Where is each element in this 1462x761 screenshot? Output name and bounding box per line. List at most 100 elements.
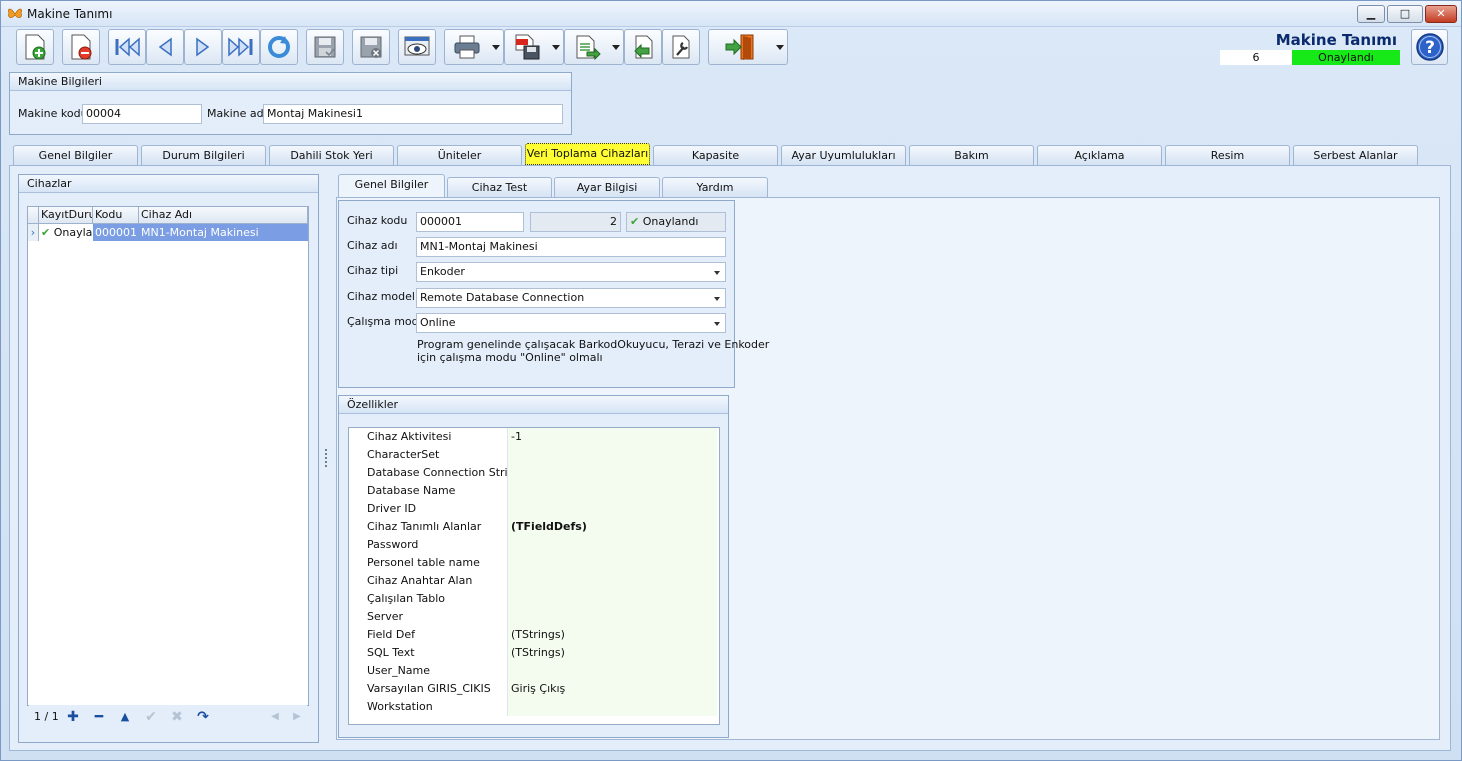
first-record-button[interactable] [108,29,146,65]
tab-genel-bilgiler[interactable]: Genel Bilgiler [13,145,138,165]
property-row[interactable]: SQL Text (TStrings) [349,644,717,662]
chevron-down-icon[interactable] [714,322,720,326]
tab-veri-toplama-cihazlari[interactable]: Veri Toplama Cihazları [525,143,650,165]
subtab-cihaz-test[interactable]: Cihaz Test [447,177,552,198]
property-row[interactable]: CharacterSet [349,446,717,464]
property-name: Cihaz Anahtar Alan [349,572,507,590]
delete-record-button[interactable] [62,29,100,65]
cancel-save-button[interactable] [352,29,390,65]
property-value[interactable] [507,662,717,680]
save-button[interactable] [306,29,344,65]
tab-bakim[interactable]: Bakım [909,145,1034,165]
property-value[interactable] [507,536,717,554]
tab-uniteler[interactable]: Üniteler [397,145,522,165]
tab-aciklama[interactable]: Açıklama [1037,145,1162,165]
property-value[interactable] [507,446,717,464]
scroll-left-icon[interactable]: ◀ [265,708,285,726]
tab-kapasite[interactable]: Kapasite [653,145,778,165]
property-row[interactable]: Workstation [349,698,717,716]
confirm-icon[interactable]: ✔ [141,708,161,726]
property-value[interactable] [507,554,717,572]
help-button[interactable]: ? [1411,29,1448,65]
panel-splitter[interactable] [325,447,328,469]
property-row[interactable]: Cihaz Anahtar Alan [349,572,717,590]
refresh-button[interactable] [260,29,298,65]
property-row[interactable]: Field Def (TStrings) [349,626,717,644]
print-dropdown-arrow[interactable] [492,45,500,50]
maximize-button[interactable]: □ [1387,5,1423,23]
subtab-genel-bilgiler[interactable]: Genel Bilgiler [338,174,445,197]
export-button[interactable] [564,29,624,65]
device-type-select[interactable]: Enkoder [416,262,726,282]
tab-ayar-uyumluluklari[interactable]: Ayar Uyumlulukları [781,145,906,165]
chevron-down-icon[interactable] [714,271,720,275]
work-mode-select[interactable]: Online [416,313,726,333]
close-button[interactable]: ✕ [1425,5,1457,23]
pdf-dropdown-arrow[interactable] [552,45,560,50]
subtab-yardim[interactable]: Yardım [662,177,768,198]
property-row[interactable]: Driver ID [349,500,717,518]
device-count-field: 2 [530,212,621,232]
exit-dropdown-arrow[interactable] [776,45,784,50]
property-value[interactable] [507,464,717,482]
undo-icon[interactable]: ↷ [193,708,213,726]
exit-button[interactable] [708,29,788,65]
property-row[interactable]: Varsayılan GIRIS_CIKIS Giriş Çıkış [349,680,717,698]
column-header-code[interactable]: Kodu [93,207,139,224]
tab-durum-bilgileri[interactable]: Durum Bilgileri [141,145,266,165]
scroll-right-icon[interactable]: ▶ [287,708,307,726]
property-value[interactable]: (TStrings) [507,644,717,662]
property-value[interactable] [507,590,717,608]
tab-resim[interactable]: Resim [1165,145,1290,165]
property-value[interactable]: (TStrings) [507,626,717,644]
column-header-name[interactable]: Cihaz Adı [139,207,308,224]
property-row[interactable]: Cihaz Aktivitesi -1 [349,428,717,446]
preview-button[interactable] [398,29,436,65]
discard-disk-icon [360,36,382,58]
up-icon[interactable]: ▲ [115,708,135,726]
device-code-input[interactable]: 000001 [416,212,524,232]
column-header-status[interactable]: KayıtDurumu [39,207,93,224]
subtab-ayar-bilgisi[interactable]: Ayar Bilgisi [554,177,660,198]
tab-dahili-stok-yeri[interactable]: Dahili Stok Yeri [269,145,394,165]
property-row[interactable]: User_Name [349,662,717,680]
pdf-export-button[interactable] [504,29,564,65]
minimize-button[interactable]: ▁ [1357,5,1385,23]
next-icon [196,37,210,57]
previous-record-button[interactable] [146,29,184,65]
tools-button[interactable] [662,29,700,65]
next-record-button[interactable] [184,29,222,65]
remove-icon[interactable]: ━ [89,708,109,726]
add-icon[interactable]: ✚ [63,708,83,726]
property-value[interactable] [507,698,717,716]
property-row[interactable]: Server [349,608,717,626]
machine-code-input[interactable]: 00004 [82,104,202,124]
property-value[interactable]: Giriş Çıkış [507,680,717,698]
property-value[interactable]: -1 [507,428,717,446]
chevron-down-icon[interactable] [714,297,720,301]
device-model-select[interactable]: Remote Database Connection [416,288,726,308]
property-value[interactable] [507,608,717,626]
property-row[interactable]: Database Name [349,482,717,500]
property-row[interactable]: Password [349,536,717,554]
import-button[interactable] [624,29,662,65]
property-row[interactable]: Cihaz Tanımlı Alanlar (TFieldDefs) [349,518,717,536]
table-row[interactable]: › ✔ Onaylandı 000001 MN1-Montaj Makinesi [28,224,308,241]
property-value[interactable] [507,500,717,518]
pdf-save-icon [515,34,540,60]
preview-eye-icon [404,36,430,56]
property-value[interactable] [507,572,717,590]
export-dropdown-arrow[interactable] [612,45,620,50]
property-row[interactable]: Çalışılan Tablo [349,590,717,608]
new-record-button[interactable] [16,29,54,65]
cancel-icon[interactable]: ✖ [167,708,187,726]
print-button[interactable] [444,29,504,65]
machine-name-input[interactable]: Montaj Makinesi1 [263,104,563,124]
property-row[interactable]: Database Connection String [349,464,717,482]
property-value[interactable] [507,482,717,500]
device-name-input[interactable]: MN1-Montaj Makinesi [416,237,726,257]
last-record-button[interactable] [222,29,260,65]
property-row[interactable]: Personel table name [349,554,717,572]
property-value[interactable]: (TFieldDefs) [507,518,717,536]
tab-serbest-alanlar[interactable]: Serbest Alanlar [1293,145,1418,165]
